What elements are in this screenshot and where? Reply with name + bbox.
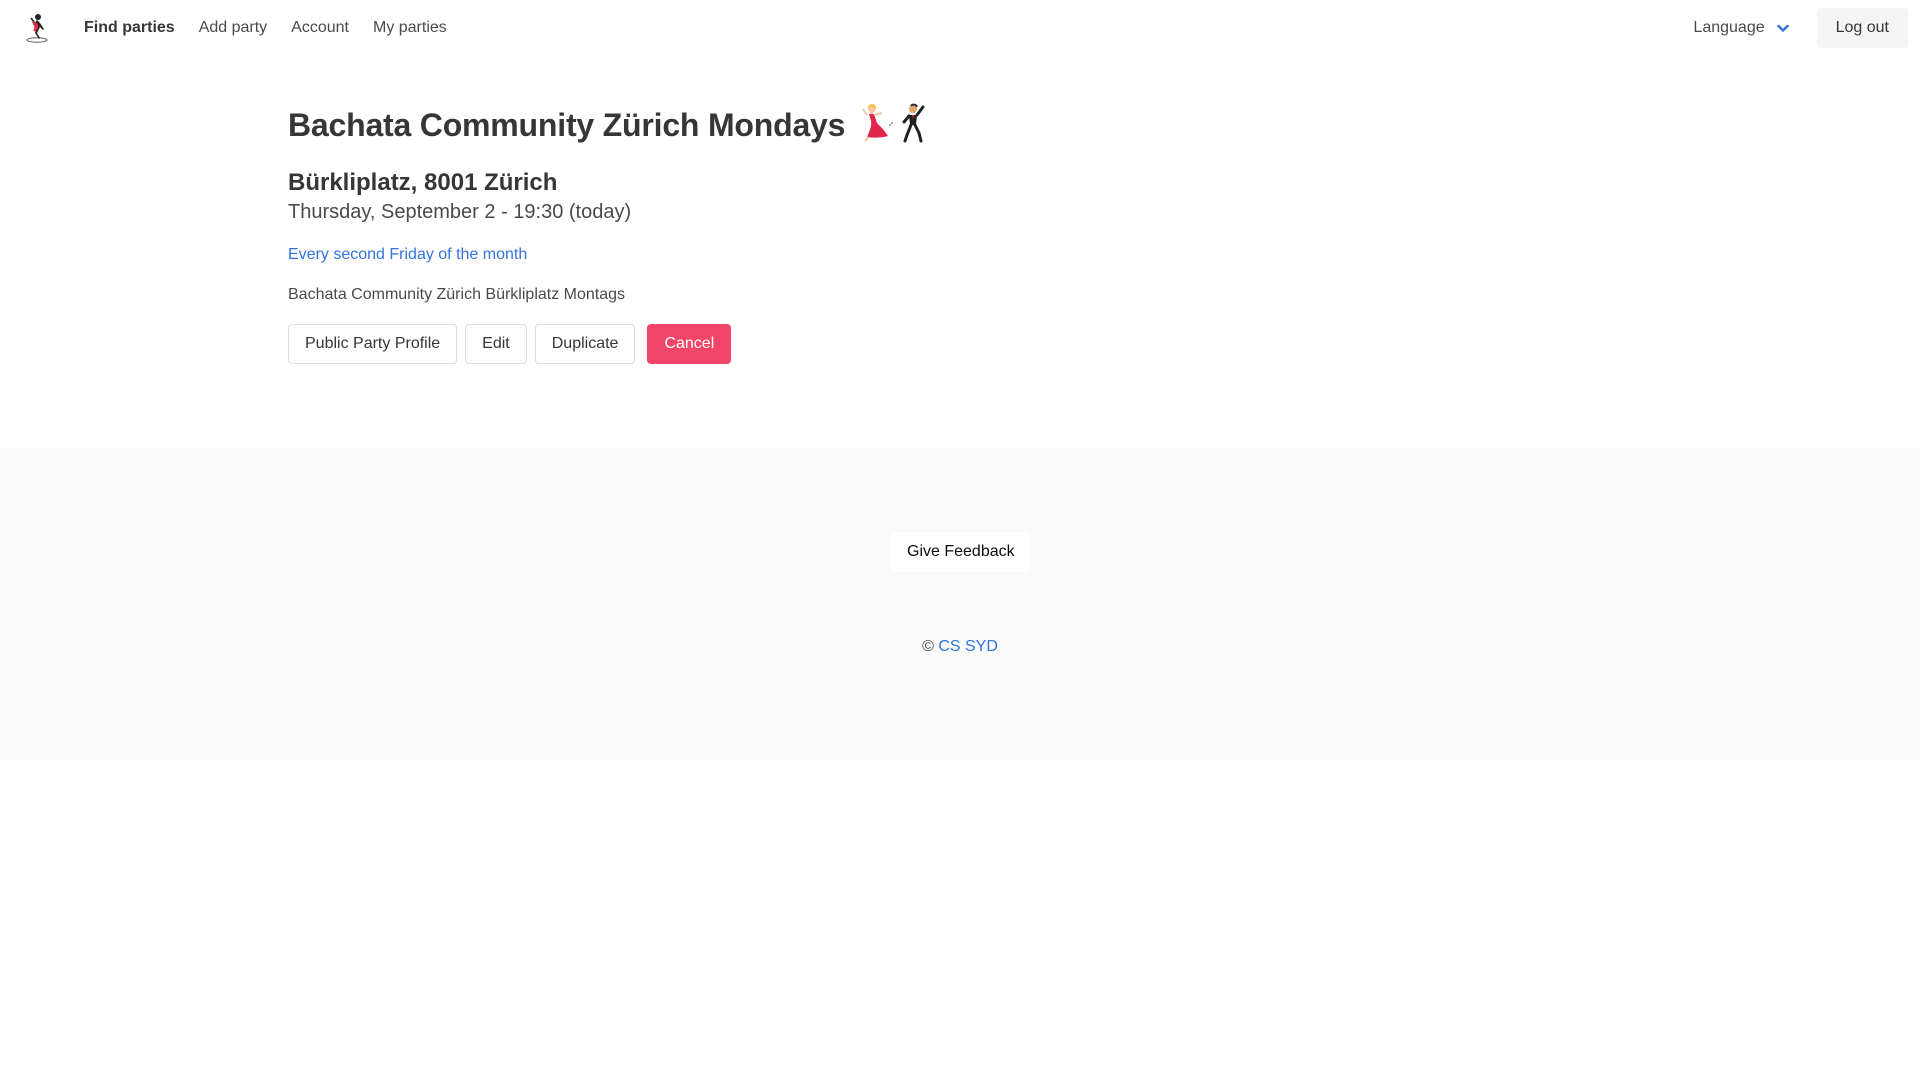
man-dancing-icon — [897, 103, 927, 148]
cs-syd-link[interactable]: CS SYD — [938, 638, 998, 655]
navbar: Find parties Add party Account My partie… — [0, 0, 1920, 55]
nav-find-parties[interactable]: Find parties — [72, 0, 187, 55]
party-location: Bürkliplatz, 8001 Zürich — [288, 169, 558, 196]
chevron-down-icon — [1775, 20, 1791, 36]
dancers-emoji — [855, 103, 927, 147]
dancer-logo-icon[interactable] — [0, 0, 72, 55]
party-detail: Bachata Community Zürich Mondays Bürklip… — [0, 55, 1920, 448]
party-actions: Public Party Profile Edit Duplicate Canc… — [288, 324, 1920, 364]
footer: Give Feedback © CS SYD — [0, 448, 1920, 760]
nav-my-parties[interactable]: My parties — [361, 0, 459, 55]
recurrence-link[interactable]: Every second Friday of the month — [288, 246, 527, 264]
language-label: Language — [1693, 18, 1765, 36]
logout-button[interactable]: Log out — [1816, 7, 1908, 48]
nav-account[interactable]: Account — [279, 0, 361, 55]
nav-right: Language Log out — [1693, 0, 1920, 55]
give-feedback-button[interactable]: Give Feedback — [891, 532, 1031, 572]
edit-button[interactable]: Edit — [465, 324, 527, 364]
cancel-button[interactable]: Cancel — [647, 324, 732, 364]
copyright: © CS SYD — [0, 638, 1920, 656]
nav-links: Find parties Add party Account My partie… — [72, 0, 459, 55]
language-dropdown[interactable]: Language — [1693, 19, 1790, 37]
woman-dancing-icon — [855, 103, 897, 148]
party-description: Bachata Community Zürich Bürkliplatz Mon… — [288, 286, 626, 303]
party-title: Bachata Community Zürich Mondays — [288, 106, 846, 143]
copyright-symbol: © — [922, 638, 934, 655]
public-profile-button[interactable]: Public Party Profile — [288, 324, 458, 364]
nav-add-party[interactable]: Add party — [187, 0, 279, 55]
duplicate-button[interactable]: Duplicate — [534, 324, 636, 364]
party-datetime: Thursday, September 2 - 19:30 (today) — [288, 201, 632, 223]
title-row: Bachata Community Zürich Mondays — [288, 103, 1920, 147]
